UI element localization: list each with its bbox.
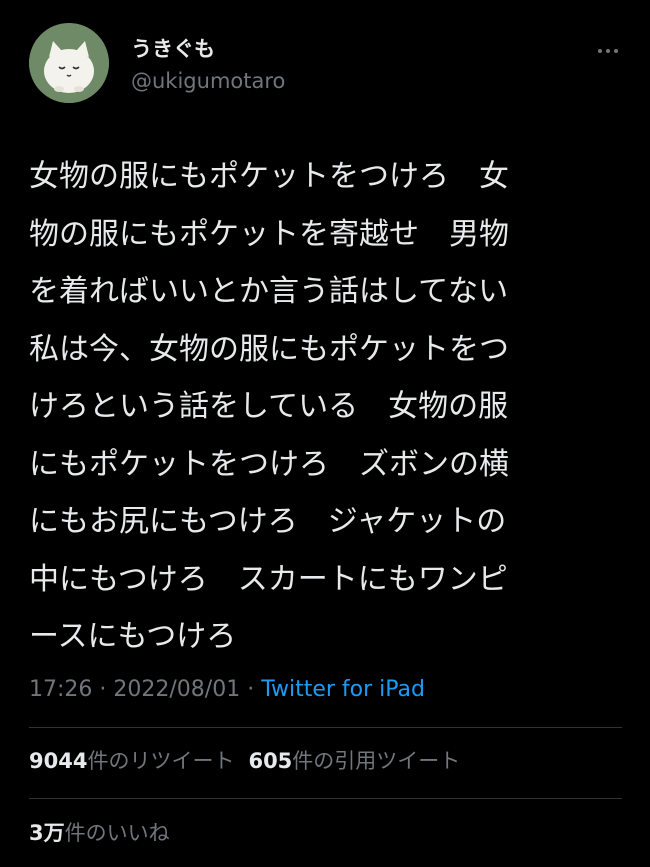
engagement-stats: 9044件のリツイート 605件の引用ツイート (29, 746, 460, 776)
meta-separator: · (92, 677, 114, 702)
tweet-text-line: けろという話をしている 女物の服 (29, 389, 509, 424)
tweet-detail: うきぐも @ukigumotaro 女物の服にもポケットをつけろ 女 物の服にも… (0, 0, 650, 867)
likes-count: 3万 (29, 821, 65, 845)
quotes-stat[interactable]: 605件の引用ツイート (248, 749, 460, 773)
tweet-meta: 17:26 · 2022/08/01 · Twitter for iPad (29, 674, 425, 706)
tweet-text-line: 女物の服にもポケットをつけろ 女 (29, 159, 509, 194)
more-horizontal-icon (614, 49, 618, 53)
divider (29, 798, 622, 799)
cat-avatar-icon (29, 23, 109, 103)
display-name[interactable]: うきぐも (131, 35, 215, 63)
tweet-text: 女物の服にもポケットをつけろ 女 物の服にもポケットを寄越せ 男物 を着ればいい… (29, 148, 609, 666)
divider (29, 727, 622, 728)
tweet-text-line: 中にもつけろ スカートにもワンピ (29, 561, 508, 597)
likes-label: 件のいいね (64, 821, 170, 845)
tweet-source-link[interactable]: Twitter for iPad (261, 677, 425, 702)
likes-stats: 3万件のいいね (29, 818, 170, 848)
user-handle[interactable]: @ukigumotaro (131, 67, 285, 95)
tweet-date[interactable]: 2022/08/01 (113, 677, 240, 702)
tweet-text-line: にもお尻にもつけろ ジャケットの (29, 504, 507, 539)
meta-separator: · (240, 677, 262, 702)
tweet-time[interactable]: 17:26 (29, 677, 92, 702)
retweets-stat[interactable]: 9044件のリツイート (29, 749, 234, 773)
quotes-count: 605 (248, 749, 293, 773)
more-horizontal-icon (606, 49, 610, 53)
tweet-text-line: ースにもつけろ (29, 619, 237, 654)
tweet-text-line: を着ればいいとか言う話はしてない (29, 274, 509, 309)
tweet-text-line: にもポケットをつけろ ズボンの横 (29, 446, 509, 482)
quotes-label: 件の引用ツイート (292, 749, 461, 773)
avatar[interactable] (29, 23, 109, 103)
retweets-count: 9044 (29, 749, 88, 773)
tweet-text-line: 物の服にもポケットを寄越せ 男物 (29, 216, 509, 252)
more-options-button[interactable] (588, 36, 628, 66)
retweets-label: 件のリツイート (87, 749, 235, 773)
tweet-text-line: 私は今、女物の服にもポケットをつ (29, 331, 509, 367)
likes-stat[interactable]: 3万件のいいね (29, 821, 170, 845)
more-horizontal-icon (598, 49, 602, 53)
